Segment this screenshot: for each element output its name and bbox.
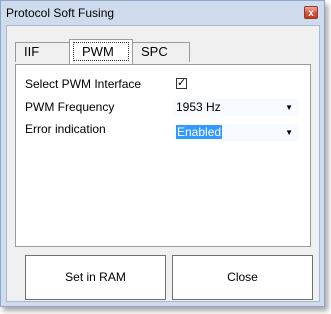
close-button[interactable]: Close — [172, 255, 313, 300]
tab-pwm[interactable]: PWM — [69, 39, 133, 64]
close-window-button[interactable]: x — [304, 6, 318, 19]
tab-iif[interactable]: IIF — [15, 42, 71, 62]
window-title: Protocol Soft Fusing — [6, 6, 115, 20]
set-in-ram-button[interactable]: Set in RAM — [25, 255, 166, 300]
select-pwm-checkbox[interactable]: ✓ — [176, 78, 187, 89]
close-icon: x — [308, 8, 314, 19]
error-indication-label: Error indication — [25, 122, 106, 136]
pwm-frequency-label: PWM Frequency — [25, 100, 115, 114]
error-indication-value: Enabled — [176, 125, 223, 139]
dropdown-arrow-icon[interactable]: ▼ — [285, 99, 293, 116]
set-in-ram-label: Set in RAM — [65, 270, 126, 284]
pwm-frequency-value: 1953 Hz — [176, 100, 221, 114]
tab-page-pwm — [15, 64, 311, 247]
title-bar[interactable]: Protocol Soft Fusing x — [1, 1, 324, 25]
dropdown-arrow-icon[interactable]: ▼ — [285, 124, 293, 141]
tab-spc[interactable]: SPC — [132, 42, 190, 62]
close-button-label: Close — [227, 270, 258, 284]
tab-iif-label: IIF — [24, 44, 40, 59]
tab-pwm-label: PWM — [82, 44, 114, 59]
select-pwm-label: Select PWM Interface — [25, 77, 142, 91]
tab-spc-label: SPC — [141, 44, 168, 59]
tab-strip: IIF PWM SPC — [15, 38, 311, 64]
error-indication-select[interactable]: Enabled ▼ — [173, 124, 299, 141]
pwm-frequency-select[interactable]: 1953 Hz ▼ — [173, 99, 299, 116]
checkmark-icon: ✓ — [177, 77, 187, 89]
